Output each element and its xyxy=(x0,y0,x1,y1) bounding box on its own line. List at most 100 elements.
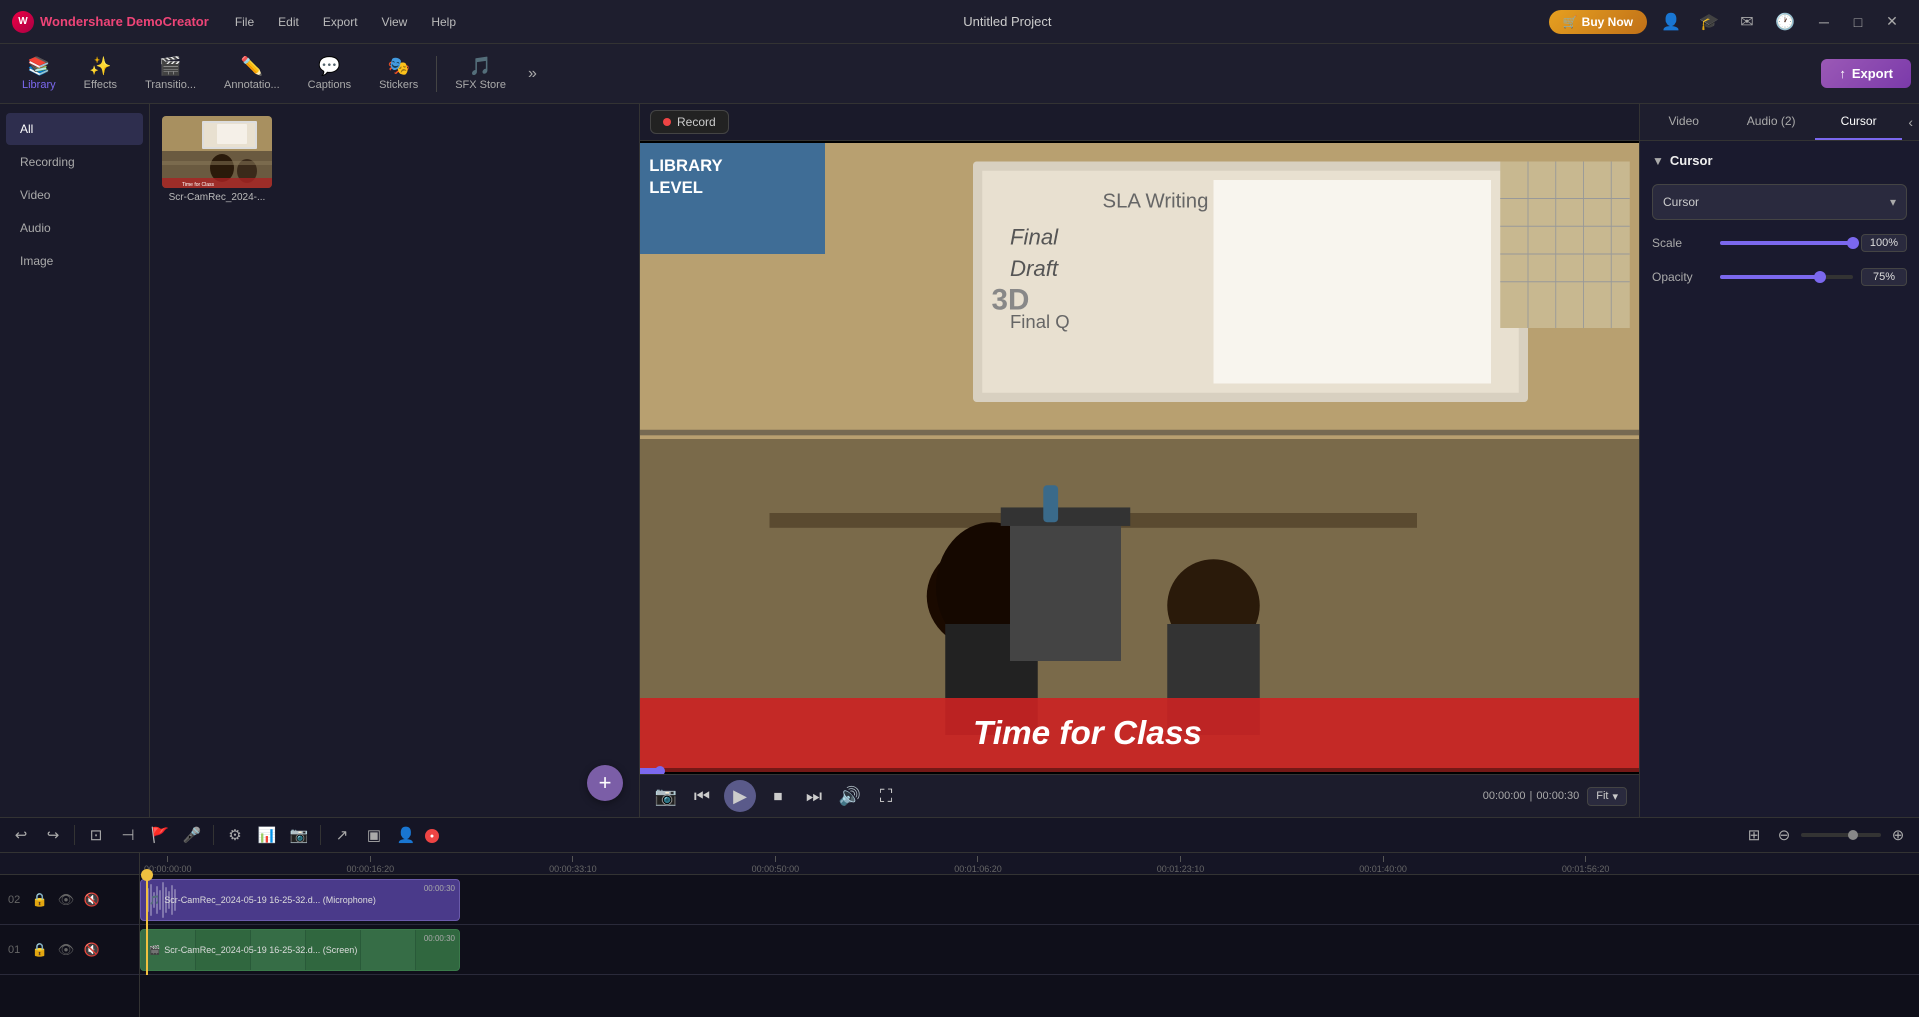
toolbar-library[interactable]: 📚 Library xyxy=(8,50,70,97)
track-clip-video[interactable]: 🎬 Scr-CamRec_2024-05-19 16-25-32.d... (S… xyxy=(140,929,460,971)
category-all[interactable]: All xyxy=(6,113,143,145)
export-label: Export xyxy=(1852,66,1893,81)
mic-button[interactable]: 🎤 xyxy=(179,822,205,848)
toolbar-effects[interactable]: ✨ Effects xyxy=(70,50,131,97)
audio-clip-duration: 00:00:30 xyxy=(424,884,455,893)
track-mute-02[interactable]: 🔇 xyxy=(82,890,102,910)
fullscreen-button[interactable]: ⛶ xyxy=(872,782,900,810)
video-preview: Final Draft Final Q 3D SLA Writing xyxy=(640,141,1639,774)
menu-file[interactable]: File xyxy=(225,11,264,33)
toolbar: 📚 Library ✨ Effects 🎬 Transitio... ✏️ An… xyxy=(0,44,1919,104)
tab-audio[interactable]: Audio (2) xyxy=(1727,104,1814,140)
next-frame-button[interactable]: ⏭ xyxy=(800,782,828,810)
screenshot-tl-button[interactable]: 📷 xyxy=(286,822,312,848)
zoom-in-button[interactable]: ⊕ xyxy=(1885,822,1911,848)
playhead xyxy=(146,875,148,975)
media-thumb-svg: Time for Class xyxy=(162,116,272,188)
trim-button[interactable]: ⊡ xyxy=(83,822,109,848)
close-button[interactable]: ✕ xyxy=(1877,8,1907,36)
prev-frame-button[interactable]: ⏮ xyxy=(688,782,716,810)
toolbar-stickers[interactable]: 🎭 Stickers xyxy=(365,50,432,97)
toolbar-library-label: Library xyxy=(22,79,56,91)
maximize-button[interactable]: □ xyxy=(1843,8,1873,36)
toolbar-captions[interactable]: 💬 Captions xyxy=(294,50,365,97)
window-controls: ─ □ ✕ xyxy=(1809,8,1907,36)
screenshot-button[interactable]: 📷 xyxy=(652,782,680,810)
category-audio[interactable]: Audio xyxy=(6,212,143,244)
menu-edit[interactable]: Edit xyxy=(268,11,309,33)
media-thumbnail: Time for Class xyxy=(162,116,272,188)
undo-button[interactable]: ↩ xyxy=(8,822,34,848)
video-clip-duration: 00:00:30 xyxy=(424,934,455,943)
volume-button[interactable]: 🔊 xyxy=(836,782,864,810)
track-row-02: 🎵 Scr-CamRec_2024-05-19 16-25-32.d... (M… xyxy=(140,875,1919,925)
beats-button[interactable]: 📊 xyxy=(254,822,280,848)
category-recording[interactable]: Recording xyxy=(6,146,143,178)
toolbar-annotations-label: Annotatio... xyxy=(224,79,280,91)
category-video[interactable]: Video xyxy=(6,179,143,211)
play-pause-button[interactable]: ▶ xyxy=(724,780,756,812)
settings-button[interactable]: ⚙ xyxy=(222,822,248,848)
track-eye-01[interactable]: 👁 xyxy=(56,940,76,960)
toolbar-stickers-label: Stickers xyxy=(379,79,418,91)
cart-icon: 🛒 xyxy=(1563,15,1578,29)
menu-view[interactable]: View xyxy=(372,11,418,33)
dropdown-arrow-icon: ▾ xyxy=(1612,790,1618,803)
track-eye-02[interactable]: 👁 xyxy=(56,890,76,910)
track-mute-01[interactable]: 🔇 xyxy=(82,940,102,960)
select-button[interactable]: ▣ xyxy=(361,822,387,848)
menu-export[interactable]: Export xyxy=(313,11,368,33)
current-time: 00:00:00 xyxy=(1483,790,1526,802)
collapse-icon[interactable]: ▼ xyxy=(1652,154,1664,168)
add-track-button[interactable]: ⊞ xyxy=(1741,822,1767,848)
media-item[interactable]: Time for Class Scr-CamRec_2024-... xyxy=(162,116,272,203)
category-image[interactable]: Image xyxy=(6,245,143,277)
person-button[interactable]: 👤 xyxy=(393,822,419,848)
right-panel-arrow[interactable]: ‹ xyxy=(1902,104,1919,140)
toolbar-effects-label: Effects xyxy=(84,79,117,91)
video-controls: 📷 ⏮ ▶ ⏹ ⏭ 🔊 ⛶ 00:00:00 | 00:00:30 Fit ▾ xyxy=(640,774,1639,817)
toolbar-more-button[interactable]: » xyxy=(520,59,545,89)
fit-dropdown[interactable]: Fit ▾ xyxy=(1587,787,1627,806)
stop-button[interactable]: ⏹ xyxy=(764,782,792,810)
clock-icon[interactable]: 🕐 xyxy=(1771,8,1799,36)
bell-icon[interactable]: 🎓 xyxy=(1695,8,1723,36)
timeline-ruler: 00:00:00:00 00:00:16:20 00:00:33:10 00:0… xyxy=(140,853,1919,875)
redo-button[interactable]: ↪ xyxy=(40,822,66,848)
menu-help[interactable]: Help xyxy=(421,11,466,33)
zoom-slider[interactable] xyxy=(1801,833,1881,837)
scale-label: Scale xyxy=(1652,236,1712,250)
cursor-selector[interactable]: Cursor ▾ xyxy=(1652,184,1907,220)
opacity-slider[interactable] xyxy=(1720,275,1853,279)
opacity-thumb[interactable] xyxy=(1814,271,1826,283)
record-button[interactable]: Record xyxy=(650,110,729,134)
zoom-out-button[interactable]: ⊖ xyxy=(1771,822,1797,848)
tab-video[interactable]: Video xyxy=(1640,104,1727,140)
track-lock-02[interactable]: 🔒 xyxy=(30,890,50,910)
track-lock-01[interactable]: 🔒 xyxy=(30,940,50,960)
toolbar-separator xyxy=(436,56,437,92)
toolbar-annotations[interactable]: ✏️ Annotatio... xyxy=(210,50,294,97)
svg-text:LEVEL: LEVEL xyxy=(649,178,703,197)
buy-now-button[interactable]: 🛒 Buy Now xyxy=(1549,10,1647,34)
zoom-thumb[interactable] xyxy=(1848,830,1858,840)
mark-button[interactable]: 🚩 xyxy=(147,822,173,848)
toolbar-sfx-store[interactable]: 🎵 SFX Store xyxy=(441,50,520,97)
scale-track xyxy=(1720,241,1853,245)
mail-icon[interactable]: ✉ xyxy=(1733,8,1761,36)
minimize-button[interactable]: ─ xyxy=(1809,8,1839,36)
scale-value: 100% xyxy=(1861,234,1907,252)
track-clip-audio[interactable]: 🎵 Scr-CamRec_2024-05-19 16-25-32.d... (M… xyxy=(140,879,460,921)
scale-slider[interactable] xyxy=(1720,241,1853,245)
toolbar-transitions[interactable]: 🎬 Transitio... xyxy=(131,50,210,97)
video-topbar: Record xyxy=(640,104,1639,141)
tl-separator-3 xyxy=(320,825,321,845)
split-button[interactable]: ⊣ xyxy=(115,822,141,848)
add-media-button[interactable]: + xyxy=(587,765,623,801)
scale-thumb[interactable] xyxy=(1847,237,1859,249)
tab-cursor[interactable]: Cursor xyxy=(1815,104,1902,140)
user-icon[interactable]: 👤 xyxy=(1657,8,1685,36)
export-button[interactable]: ↑ Export xyxy=(1821,59,1911,88)
sfx-store-icon: 🎵 xyxy=(469,56,491,77)
cursor-tl-button[interactable]: ↗ xyxy=(329,822,355,848)
